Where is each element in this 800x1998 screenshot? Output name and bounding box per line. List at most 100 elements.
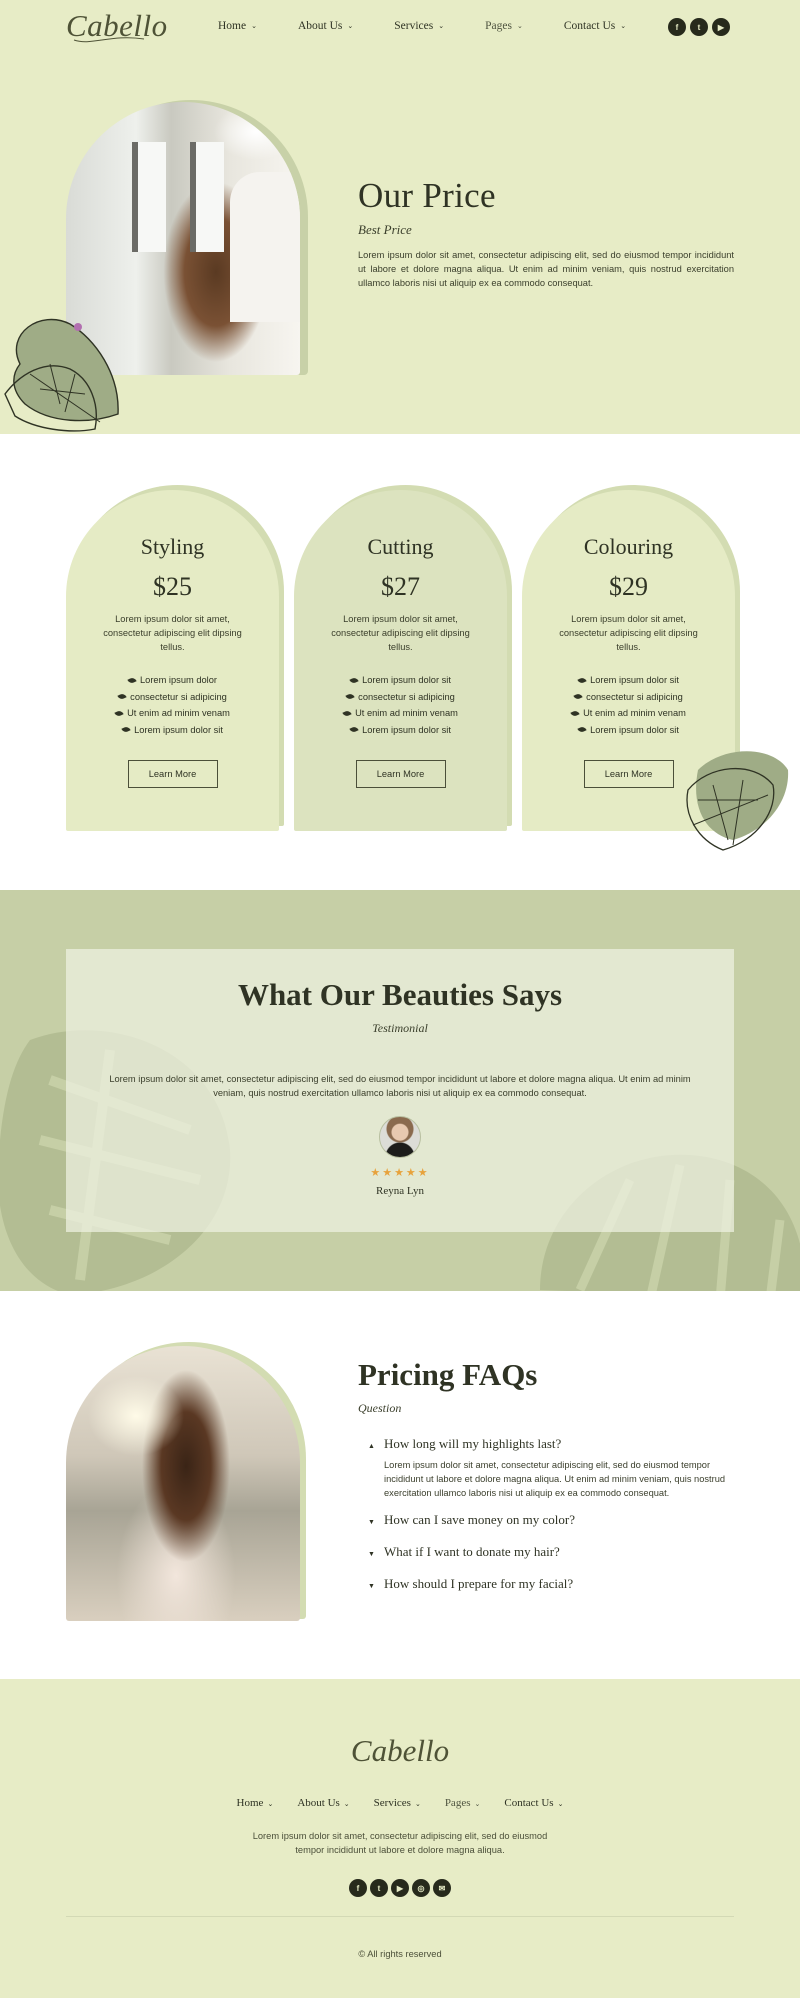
monstera-leaf-icon xyxy=(4,318,119,432)
list-item: Lorem ipsum dolor sit xyxy=(66,722,279,739)
facebook-icon[interactable]: f xyxy=(668,18,686,36)
footer-nav-pages[interactable]: Pages ⌄ xyxy=(445,1797,481,1809)
list-item: Lorem ipsum dolor sit xyxy=(294,672,507,689)
copyright: © All rights reserved xyxy=(358,1949,442,1959)
footer-socials: f t ▶ ◎ ✉ xyxy=(0,1879,800,1897)
list-item: consectetur si adipicing xyxy=(294,689,507,706)
nav-item-label: Services xyxy=(373,1797,411,1809)
nav-item-contact-us[interactable]: Contact Us ⌄ xyxy=(564,20,626,32)
main-menu: Home ⌄ About Us ⌄ Services ⌄ Pages ⌄ Contact… xyxy=(218,20,626,32)
faq-question[interactable]: ▼ How can I save money on my color? xyxy=(358,1512,736,1528)
faq-accordion: ▲ How long will my highlights last? Lorem… xyxy=(358,1436,736,1592)
twitter-icon[interactable]: t xyxy=(690,18,708,36)
feature-text: Lorem ipsum dolor sit xyxy=(362,724,451,735)
feature-list: Lorem ipsum dolor sit consectetur si adi… xyxy=(294,672,507,738)
avatar xyxy=(379,1116,421,1158)
chevron-down-icon: ⌄ xyxy=(557,1800,564,1808)
section-subtitle: Testimonial xyxy=(372,1021,428,1035)
nav-item-label: Pages xyxy=(444,1797,471,1809)
feature-list: Lorem ipsum dolor consectetur si adipici… xyxy=(66,672,279,738)
window-shape xyxy=(132,142,166,252)
chevron-down-icon: ⌄ xyxy=(438,22,445,30)
faq-question-text: What if I want to donate my hair? xyxy=(384,1544,560,1559)
list-item: Lorem ipsum dolor sit xyxy=(522,672,735,689)
twitter-icon[interactable]: t xyxy=(370,1879,388,1897)
leaf-icon xyxy=(114,709,124,718)
footer-nav-home[interactable]: Home ⌄ xyxy=(237,1797,274,1809)
logo-swash xyxy=(73,37,145,43)
stylist-shape xyxy=(230,172,300,322)
card-title: Styling xyxy=(140,534,205,559)
section-title: Pricing FAQs xyxy=(358,1357,538,1392)
list-item: consectetur si adipicing xyxy=(66,689,279,706)
feature-text: Ut enim ad minim venam xyxy=(583,708,686,718)
section-title: What Our Beauties Says xyxy=(237,977,563,1012)
card-description: Lorem ipsum dolor sit amet, consectetur … xyxy=(103,614,242,652)
top-nav: Cabello Home ⌄ About Us ⌄ Services ⌄ Pages ⌄… xyxy=(0,0,800,54)
faq-question[interactable]: ▲ How long will my highlights last? xyxy=(358,1436,736,1452)
caret-down-icon: ▼ xyxy=(368,1550,375,1558)
header-socials: f t ▶ xyxy=(668,18,730,36)
nav-item-label: Home xyxy=(218,20,247,32)
footer-nav-services[interactable]: Services ⌄ xyxy=(374,1797,421,1809)
footer-menu: Home ⌄ About Us ⌄ Services ⌄ Pages ⌄ Contact… xyxy=(0,1797,800,1809)
feature-text: Ut enim ad minim venam xyxy=(355,708,458,718)
chevron-down-icon: ⌄ xyxy=(516,22,523,30)
reviewer-name: Reyna Lyn xyxy=(376,1185,424,1197)
footer: Cabello Home ⌄ About Us ⌄ Services ⌄ Pages ⌄… xyxy=(0,1679,800,1998)
leaf-icon xyxy=(570,709,580,718)
nav-item-home[interactable]: Home ⌄ xyxy=(218,20,257,32)
page-title: Our Price xyxy=(358,176,496,215)
footer-logo[interactable]: Cabello xyxy=(0,1679,800,1769)
nav-item-label: Services xyxy=(394,20,434,32)
chevron-down-icon: ⌄ xyxy=(620,22,627,30)
feature-text: consectetur si adipicing xyxy=(130,691,227,702)
nav-item-pages[interactable]: Pages ⌄ xyxy=(485,20,523,32)
chevron-down-icon: ⌄ xyxy=(347,22,354,30)
chevron-down-icon: ⌄ xyxy=(474,1800,481,1808)
list-item: Ut enim ad minim venam xyxy=(294,705,507,722)
leaf-icon xyxy=(121,725,131,734)
learn-more-button[interactable]: Learn More xyxy=(355,760,446,788)
monstera-leaf-icon xyxy=(686,751,789,851)
footer-nav-contact-us[interactable]: Contact Us ⌄ xyxy=(504,1797,563,1809)
caret-down-icon: ▼ xyxy=(368,1518,375,1526)
footer-nav-about-us[interactable]: About Us ⌄ xyxy=(297,1797,349,1809)
dribbble-icon[interactable]: ◎ xyxy=(412,1879,430,1897)
learn-more-button[interactable]: Learn More xyxy=(127,760,218,788)
page-subtitle: Best Price xyxy=(358,222,412,237)
youtube-icon[interactable]: ▶ xyxy=(391,1879,409,1897)
card-body: Styling $25 Lorem ipsum dolor sit amet, … xyxy=(66,490,279,831)
card-price: $29 xyxy=(609,572,648,601)
feature-list: Lorem ipsum dolor sit consectetur si adi… xyxy=(522,672,735,738)
list-item: consectetur si adipicing xyxy=(522,689,735,706)
hero-text: Our Price Best Price Lorem ipsum dolor s… xyxy=(358,176,734,290)
faq-question-text: How can I save money on my color? xyxy=(384,1512,575,1527)
nav-item-label: About Us xyxy=(297,1797,340,1809)
feature-text: consectetur si adipicing xyxy=(586,691,683,702)
hero-section: Cabello Home ⌄ About Us ⌄ Services ⌄ Pages ⌄… xyxy=(0,0,800,434)
leaf-icon xyxy=(577,676,587,685)
leaf-icon xyxy=(127,676,137,685)
youtube-icon[interactable]: ▶ xyxy=(712,18,730,36)
list-item: Ut enim ad minim venam xyxy=(66,705,279,722)
card-title: Cutting xyxy=(367,534,434,559)
price-card-cutting: Cutting $27 Lorem ipsum dolor sit amet, … xyxy=(294,485,512,831)
faq-answer: Lorem ipsum dolor sit amet, consectetur … xyxy=(384,1460,726,1498)
feature-text: Lorem ipsum dolor sit xyxy=(590,675,679,685)
pricing-section: Styling $25 Lorem ipsum dolor sit amet, … xyxy=(0,434,800,890)
faq-question-text: How long will my highlights last? xyxy=(384,1436,562,1451)
list-item: Lorem ipsum dolor xyxy=(66,672,279,689)
faq-question-text: How should I prepare for my facial? xyxy=(384,1576,574,1591)
testimonial-section: What Our Beauties Says Testimonial Lorem… xyxy=(0,890,800,1291)
email-icon[interactable]: ✉ xyxy=(433,1879,451,1897)
learn-more-button[interactable]: Learn More xyxy=(583,760,674,788)
price-card-styling: Styling $25 Lorem ipsum dolor sit amet, … xyxy=(66,485,284,831)
chevron-down-icon: ⌄ xyxy=(414,1800,421,1808)
faq-question[interactable]: ▼ How should I prepare for my facial? xyxy=(358,1576,736,1592)
facebook-icon[interactable]: f xyxy=(349,1879,367,1897)
nav-item-about-us[interactable]: About Us ⌄ xyxy=(298,20,353,32)
feature-text: consectetur si adipicing xyxy=(358,691,455,702)
faq-question[interactable]: ▼ What if I want to donate my hair? xyxy=(358,1544,736,1560)
nav-item-services[interactable]: Services ⌄ xyxy=(394,20,444,32)
